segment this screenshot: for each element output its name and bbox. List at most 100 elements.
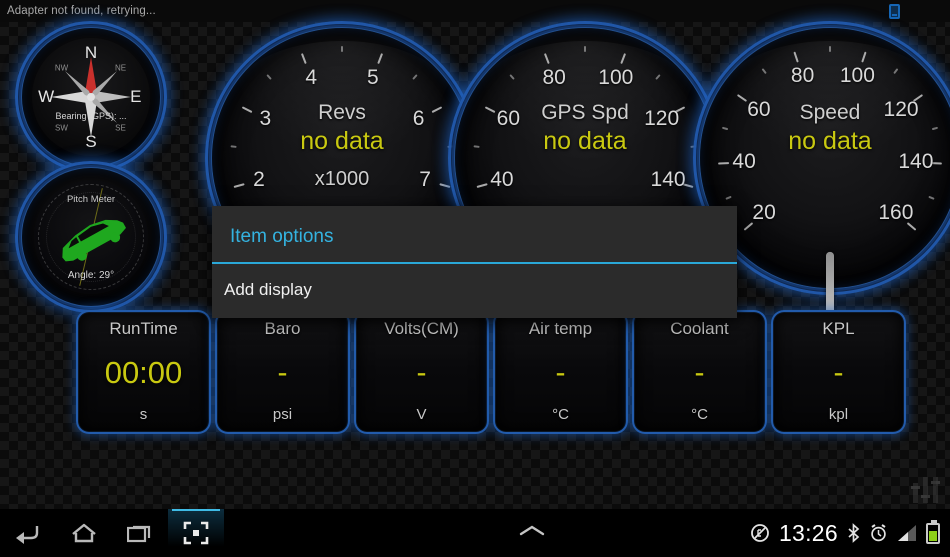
mute-icon xyxy=(751,524,769,542)
gauge-tick xyxy=(300,53,307,65)
gauge-tick xyxy=(543,53,550,65)
gauge-tick xyxy=(893,68,899,75)
gauge-tick xyxy=(655,74,661,80)
gauge-tick xyxy=(476,183,488,188)
alarm-icon xyxy=(871,524,886,542)
data-card-unit: kpl xyxy=(828,406,849,423)
pitch-face: Pitch Meter Angle: 29° xyxy=(34,180,148,294)
gauge-tick xyxy=(412,74,418,80)
status-message: Adapter not found, retrying... xyxy=(7,5,156,17)
data-card-value: - xyxy=(416,355,427,389)
app-screen: Adapter not found, retrying... N E S W N… xyxy=(0,0,950,557)
data-card-label: Air temp xyxy=(528,319,593,338)
tablet-icon xyxy=(889,3,900,19)
data-card-label: Baro xyxy=(264,319,301,338)
bluetooth-icon xyxy=(848,523,860,543)
signal-icon xyxy=(898,524,916,541)
recent-apps-button[interactable] xyxy=(112,509,168,557)
data-card-value: - xyxy=(833,355,844,389)
gauge-tick xyxy=(761,68,767,75)
dialog-item-add-display[interactable]: Add display xyxy=(212,264,737,318)
data-card-label: RunTime xyxy=(109,319,178,338)
gauge-tick-label: 140 xyxy=(650,168,686,192)
data-card-value: - xyxy=(555,355,566,389)
compass-bearing-text: Bearing (GPS): ... xyxy=(55,111,127,122)
gauge-revs-title: Revs xyxy=(318,100,366,124)
compass-se-label: SE xyxy=(115,123,126,133)
gauge-revs-value: no data xyxy=(300,126,384,155)
expand-up-button[interactable] xyxy=(518,523,546,544)
gauge-speed-title: Speed xyxy=(799,100,861,124)
screenshot-button[interactable] xyxy=(168,509,224,557)
gauge-tick-label: 160 xyxy=(878,201,914,225)
screenshot-icon xyxy=(183,521,209,545)
home-icon xyxy=(72,523,96,543)
status-clock: 13:26 xyxy=(778,519,838,546)
home-button[interactable] xyxy=(56,509,112,557)
gauge-tick xyxy=(266,74,272,80)
gauge-tick xyxy=(509,74,515,80)
compass-face: N E S W NW NE SW SE Bearing (GPS): ... xyxy=(32,38,150,156)
gauge-tick-label: 100 xyxy=(839,64,875,88)
status-bar: Adapter not found, retrying... xyxy=(0,0,950,22)
data-card[interactable]: Volts(CM) - V xyxy=(354,310,489,434)
back-icon xyxy=(16,526,39,544)
pitch-meter-gauge[interactable]: Pitch Meter Angle: 29° xyxy=(15,161,167,313)
compass-north-label: N xyxy=(84,43,98,63)
gauge-tick-label: 100 xyxy=(598,65,634,89)
data-card[interactable]: Air temp - °C xyxy=(493,310,628,434)
data-card[interactable]: Coolant - °C xyxy=(632,310,767,434)
gauge-tick xyxy=(377,53,384,65)
data-card-value: - xyxy=(694,355,705,389)
gauge-tick-label: 20 xyxy=(752,201,776,225)
gauge-revs-sub: x1000 xyxy=(314,168,370,191)
data-card[interactable]: KPL - kpl xyxy=(771,310,906,434)
gauge-tick xyxy=(341,46,343,52)
data-card-unit: °C xyxy=(691,406,708,423)
dialog-title: Item options xyxy=(230,226,334,247)
data-card[interactable]: RunTime 00:00 s xyxy=(76,310,211,434)
expand-up-icon xyxy=(519,525,545,535)
data-card-unit: psi xyxy=(272,406,293,423)
compass-sw-label: SW xyxy=(55,123,68,133)
gauge-tick xyxy=(793,51,799,63)
pitch-angle-value: Angle: 29° xyxy=(67,270,115,281)
data-card-unit: s xyxy=(139,406,148,423)
gauge-tick xyxy=(620,53,627,65)
gauge-tick-label: 40 xyxy=(490,168,514,192)
gauge-tick-label: 4 xyxy=(305,65,318,89)
compass-east-label: E xyxy=(130,87,142,106)
data-card-label: Volts(CM) xyxy=(384,319,459,338)
gauge-speed-value: no data xyxy=(788,126,872,155)
gauge-tick xyxy=(718,162,730,165)
item-options-dialog: Item options Add display xyxy=(212,206,737,318)
status-bar-right xyxy=(889,3,950,19)
navigation-bar: 13:26 xyxy=(0,509,950,557)
battery-icon xyxy=(926,519,940,544)
compass-gauge[interactable]: N E S W NW NE SW SE Bearing (GPS): ... xyxy=(15,21,167,173)
data-card-unit: °C xyxy=(552,406,569,423)
compass-nw-label: NW xyxy=(54,63,69,72)
gauge-gps-title: GPS Spd xyxy=(541,100,629,124)
pitch-title: Pitch Meter xyxy=(66,194,116,205)
data-card-value: 00:00 xyxy=(104,355,183,390)
compass-ne-label: NE xyxy=(114,63,127,72)
recent-apps-icon xyxy=(127,525,151,543)
data-card-label: Coolant xyxy=(670,319,729,338)
data-card-label: KPL xyxy=(822,319,855,338)
compass-west-label: W xyxy=(38,87,55,106)
gauge-speed[interactable]: 20 40 60 80 100 120 140 160 Speed no data xyxy=(693,21,950,322)
data-card-unit: V xyxy=(416,406,427,423)
system-icons[interactable]: 13:26 xyxy=(750,519,950,547)
data-cards-row: RunTime 00:00 s Baro - psi Volts(CM) - V Air temp… xyxy=(76,310,906,434)
data-card[interactable]: Baro - psi xyxy=(215,310,350,434)
gauge-tick xyxy=(725,195,732,200)
data-card-value: - xyxy=(277,355,288,389)
back-button[interactable] xyxy=(0,509,56,557)
gauge-tick xyxy=(861,51,867,63)
gauge-tick-label: 80 xyxy=(790,64,815,88)
equalizer-icon xyxy=(911,477,940,503)
gauge-tick-label: 5 xyxy=(366,65,379,89)
gauge-gps-value: no data xyxy=(543,126,627,155)
compass-south-label: S xyxy=(85,131,97,151)
